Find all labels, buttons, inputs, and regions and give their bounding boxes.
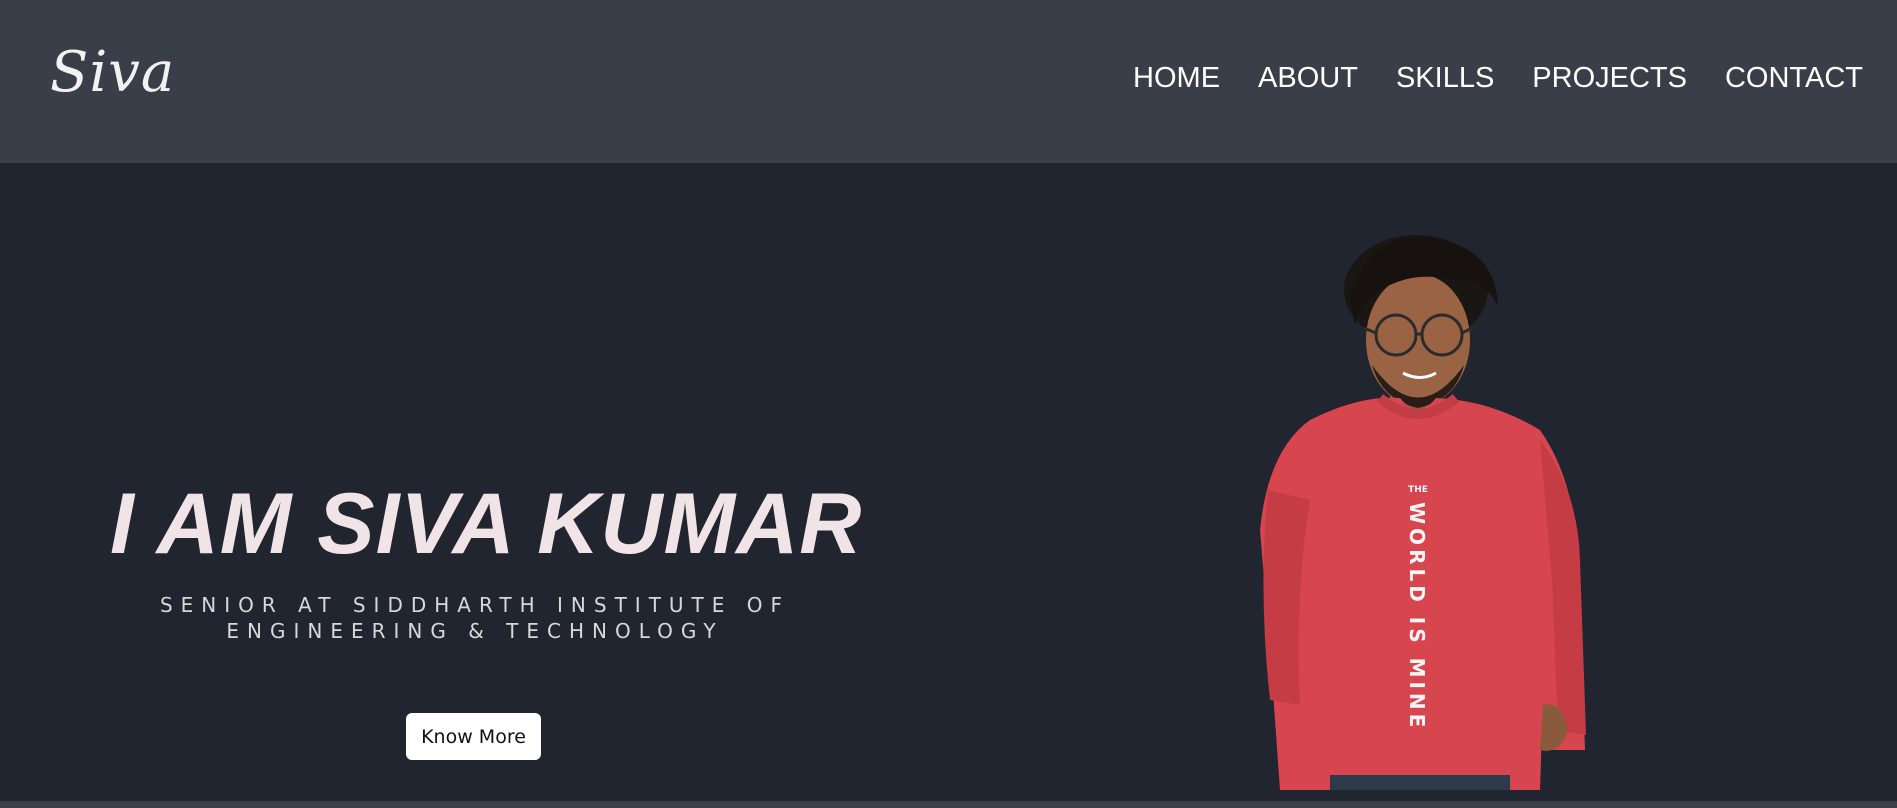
hero-bottom-border xyxy=(0,801,1897,808)
nav-projects[interactable]: PROJECTS xyxy=(1532,62,1687,95)
nav-contact[interactable]: CONTACT xyxy=(1725,62,1863,95)
hero-subtitle-line-1: SENIOR AT SIDDHARTH INSTITUTE OF xyxy=(159,593,791,617)
hero-title: I AM SIVA KUMAR xyxy=(110,476,863,572)
nav-home[interactable]: HOME xyxy=(1133,62,1220,95)
shirt-print-small: THE xyxy=(1408,485,1428,495)
profile-photo: THE WORLD IS MINE xyxy=(1260,235,1586,790)
nav-about[interactable]: ABOUT xyxy=(1258,62,1358,95)
know-more-button[interactable]: Know More xyxy=(406,713,541,760)
main-nav: HOME ABOUT SKILLS PROJECTS CONTACT xyxy=(1133,62,1863,95)
hero-subtitle: SENIOR AT SIDDHARTH INSTITUTE OF ENGINEE… xyxy=(100,592,850,644)
shirt-print-text: WORLD IS MINE xyxy=(1405,502,1429,731)
site-logo[interactable]: Siva xyxy=(50,40,175,105)
nav-skills[interactable]: SKILLS xyxy=(1396,62,1494,95)
navbar: Siva HOME ABOUT SKILLS PROJECTS CONTACT xyxy=(0,0,1897,163)
hero-subtitle-line-2: ENGINEERING & TECHNOLOGY xyxy=(226,619,724,643)
